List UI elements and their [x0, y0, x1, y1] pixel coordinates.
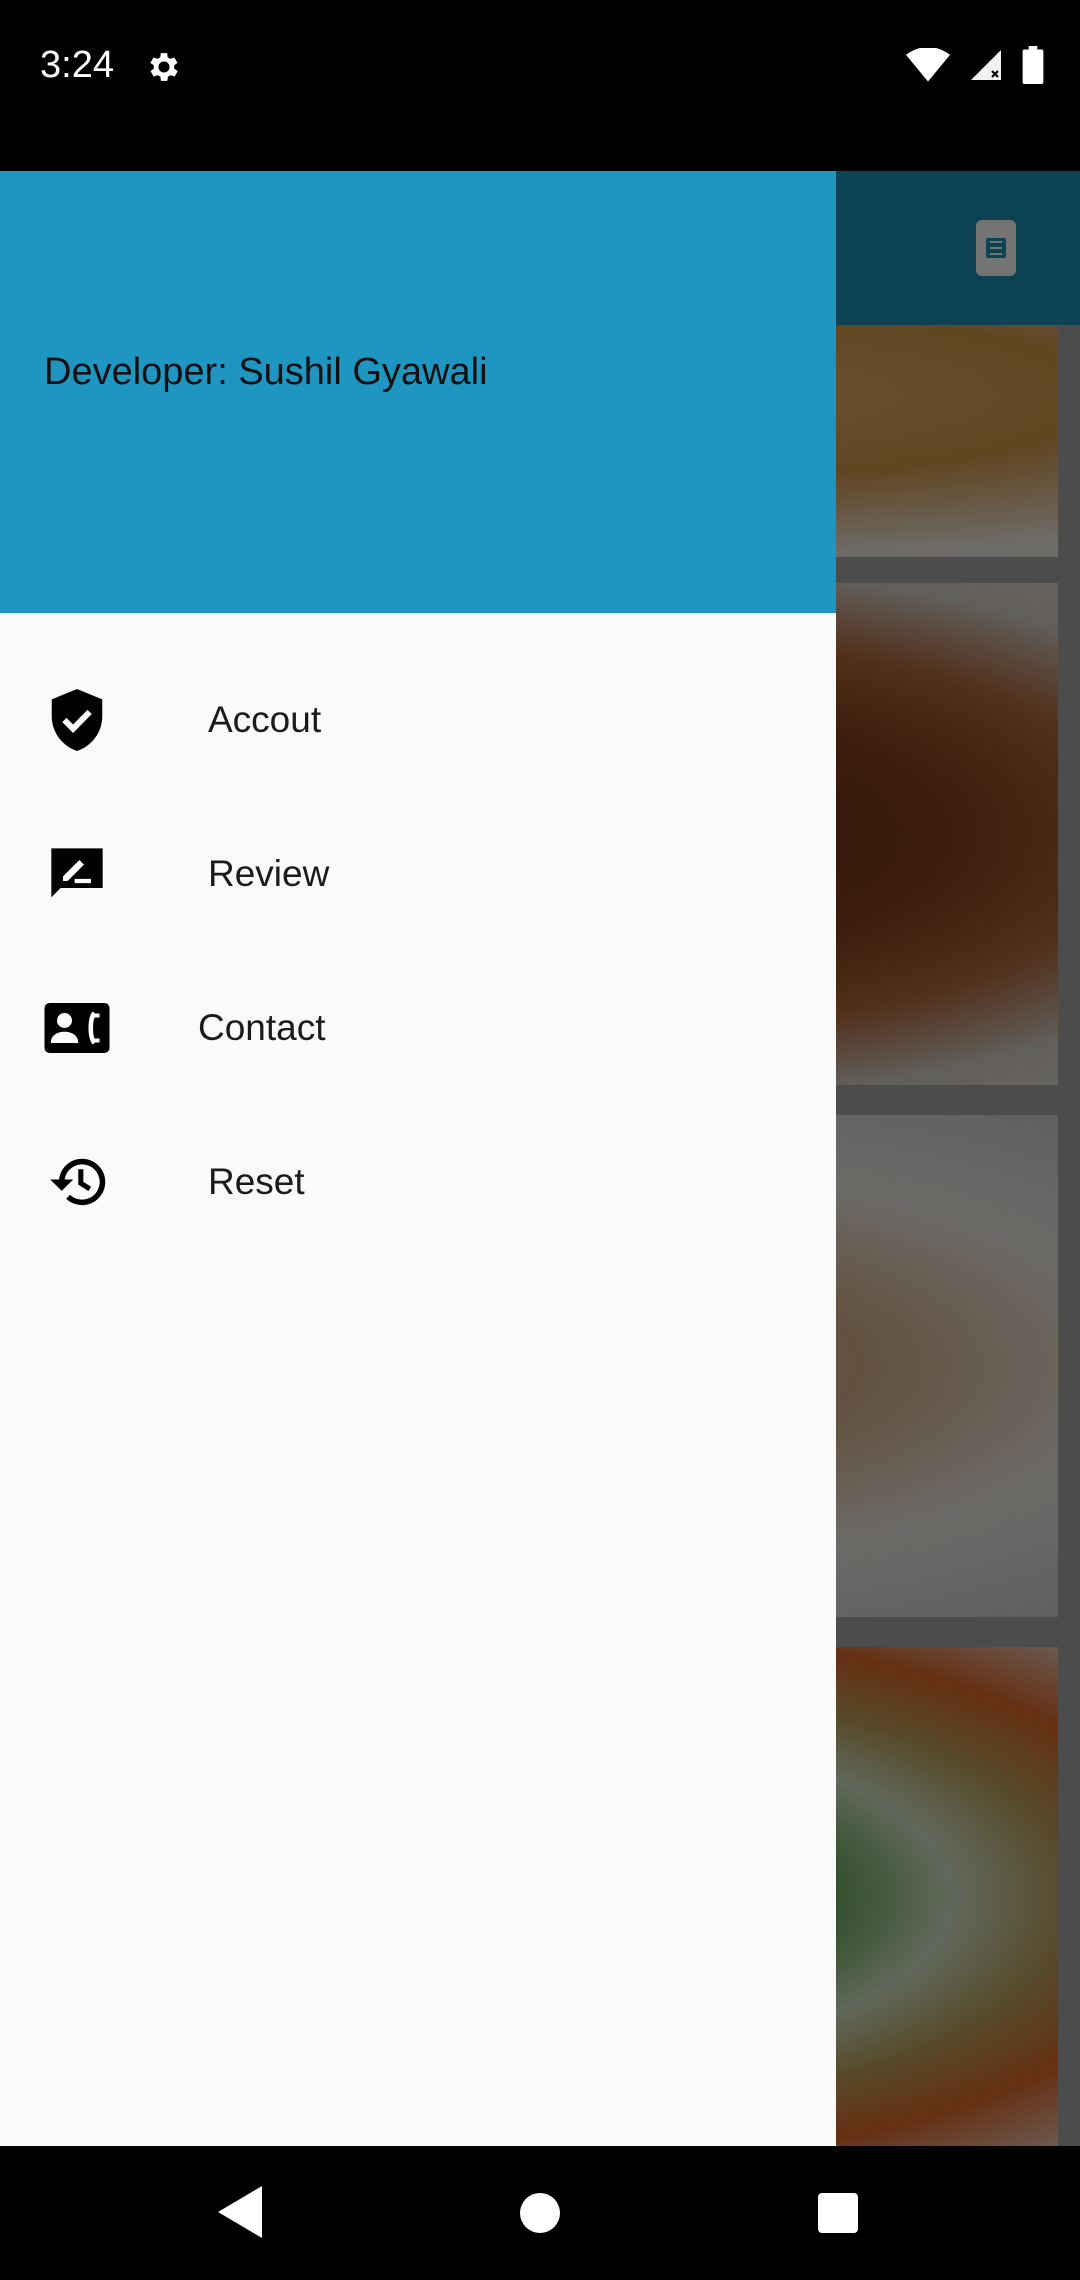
drawer-item-reset[interactable]: Reset [0, 1105, 836, 1259]
shield-check-icon [44, 687, 110, 753]
rate-review-icon [44, 841, 110, 907]
drawer-item-contact[interactable]: Contact [0, 951, 836, 1105]
drawer-header: Developer: Sushil Gyawali [0, 171, 836, 613]
developer-credit: Developer: Sushil Gyawali [44, 351, 488, 393]
history-icon [44, 1149, 110, 1215]
contact-phone-icon [44, 995, 110, 1061]
drawer-item-label: Contact [198, 1007, 326, 1048]
back-icon[interactable] [218, 2186, 262, 2238]
drawer-item-review[interactable]: Review [0, 797, 836, 951]
recents-icon[interactable] [818, 2193, 858, 2233]
drawer-item-label: Review [208, 853, 330, 894]
battery-icon [1022, 46, 1044, 84]
status-bar: 3:24 [0, 0, 1080, 171]
drawer-item-label: Accout [208, 699, 322, 740]
signal-icon [971, 50, 1001, 80]
system-nav-bar [0, 2146, 1080, 2280]
drawer-item-label: Reset [208, 1161, 305, 1202]
status-time: 3:24 [40, 44, 114, 86]
wifi-icon [906, 48, 950, 82]
gear-icon [150, 53, 178, 81]
drawer-item-account[interactable]: Accout [0, 643, 836, 797]
navigation-drawer: Developer: Sushil Gyawali Accout Review [0, 171, 836, 2146]
home-icon[interactable] [520, 2193, 560, 2233]
